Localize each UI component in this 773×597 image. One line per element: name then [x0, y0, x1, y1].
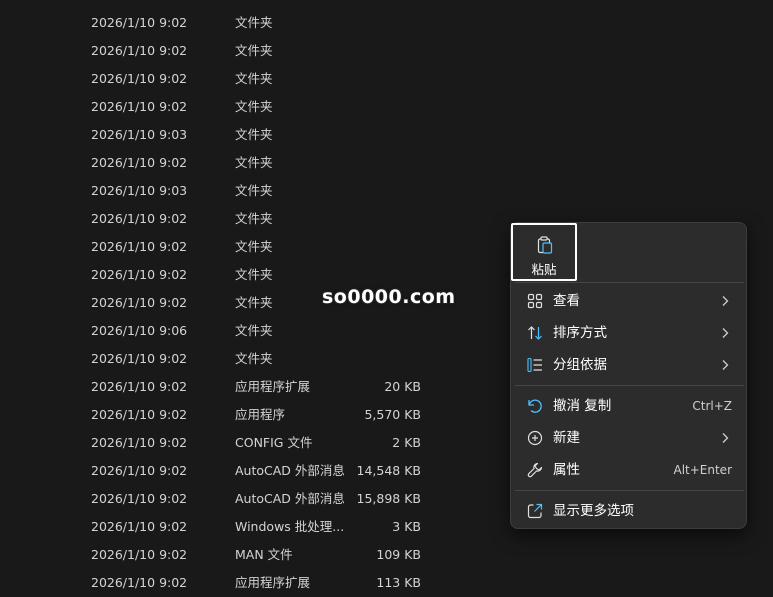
menu-item-undo-copy[interactable]: 撤消 复制 Ctrl+Z — [515, 391, 744, 421]
clipboard-icon — [537, 236, 553, 254]
modified-date-cell: 2026/1/10 9:02 — [91, 295, 188, 310]
quick-actions-bar: 粘贴 — [511, 223, 746, 281]
file-type-cell: AutoCAD 外部消息 — [235, 463, 345, 478]
file-type-cell: 文件夹 — [235, 239, 273, 254]
grid-icon — [527, 293, 543, 309]
chevron-right-icon — [722, 360, 729, 370]
modified-date-cell: 2026/1/10 9:02 — [91, 547, 188, 562]
chevron-right-icon — [722, 433, 729, 443]
modified-date-cell: 2026/1/10 9:06 — [91, 323, 188, 338]
table-row[interactable]: 2026/1/10 9:03 文件夹 — [0, 177, 773, 205]
file-type-cell: 应用程序扩展 — [235, 575, 311, 590]
file-type-cell: 文件夹 — [235, 351, 273, 366]
table-row[interactable]: 2026/1/10 9:02 文件夹 — [0, 9, 773, 37]
file-type-cell: 文件夹 — [235, 211, 273, 226]
menu-item-new[interactable]: 新建 — [515, 423, 744, 453]
file-type-cell: 文件夹 — [235, 323, 273, 338]
menu-divider — [515, 385, 744, 386]
group-list-icon — [527, 357, 542, 373]
table-row[interactable]: 2026/1/10 9:02 文件夹 — [0, 37, 773, 65]
chevron-right-icon — [722, 328, 729, 338]
menu-item-label: 排序方式 — [553, 325, 607, 341]
file-type-cell: AutoCAD 外部消息 — [235, 491, 345, 506]
file-type-cell: 文件夹 — [235, 127, 273, 142]
menu-divider — [515, 282, 744, 283]
modified-date-cell: 2026/1/10 9:03 — [91, 127, 188, 142]
file-size-cell: 5,570 KB — [364, 407, 421, 422]
file-size-cell: 113 KB — [376, 575, 421, 590]
file-size-cell: 14,548 KB — [356, 463, 421, 478]
modified-date-cell: 2026/1/10 9:02 — [91, 71, 188, 86]
menu-item-show-more-options[interactable]: 显示更多选项 — [515, 496, 744, 526]
file-type-cell: 文件夹 — [235, 99, 273, 114]
menu-item-properties[interactable]: 属性 Alt+Enter — [515, 455, 744, 485]
table-row[interactable]: 2026/1/10 9:02 文件夹 — [0, 65, 773, 93]
file-type-cell: 文件夹 — [235, 183, 273, 198]
shortcut-label: Ctrl+Z — [692, 399, 732, 413]
chevron-right-icon — [722, 296, 729, 306]
undo-icon — [528, 399, 542, 413]
menu-item-label: 撤消 复制 — [553, 398, 612, 414]
table-row[interactable]: 2026/1/10 9:02 文件夹 — [0, 149, 773, 177]
table-row[interactable]: 2026/1/10 9:02 应用程序扩展 113 KB — [0, 569, 773, 597]
modified-date-cell: 2026/1/10 9:02 — [91, 435, 188, 450]
paste-label: 粘贴 — [531, 262, 557, 277]
modified-date-cell: 2026/1/10 9:02 — [91, 43, 188, 58]
modified-date-cell: 2026/1/10 9:02 — [91, 379, 188, 394]
modified-date-cell: 2026/1/10 9:02 — [91, 239, 188, 254]
menu-item-label: 查看 — [553, 293, 580, 309]
context-menu: 粘贴 查看 排序方式 分组依据 撤消 复制 Ctrl+Z 新建 属性 Alt+E… — [510, 222, 747, 529]
shortcut-label: Alt+Enter — [673, 463, 732, 477]
menu-item-group-by[interactable]: 分组依据 — [515, 350, 744, 380]
modified-date-cell: 2026/1/10 9:02 — [91, 15, 188, 30]
file-type-cell: CONFIG 文件 — [235, 435, 313, 450]
file-size-cell: 2 KB — [392, 435, 421, 450]
modified-date-cell: 2026/1/10 9:02 — [91, 99, 188, 114]
menu-item-sort[interactable]: 排序方式 — [515, 318, 744, 348]
file-type-cell: 文件夹 — [235, 71, 273, 86]
modified-date-cell: 2026/1/10 9:02 — [91, 519, 188, 534]
plus-circle-icon — [527, 430, 543, 446]
modified-date-cell: 2026/1/10 9:02 — [91, 351, 188, 366]
modified-date-cell: 2026/1/10 9:03 — [91, 183, 188, 198]
file-type-cell: 文件夹 — [235, 43, 273, 58]
wrench-icon — [527, 462, 543, 478]
paste-button[interactable]: 粘贴 — [511, 223, 577, 281]
modified-date-cell: 2026/1/10 9:02 — [91, 575, 188, 590]
menu-item-view[interactable]: 查看 — [515, 286, 744, 316]
modified-date-cell: 2026/1/10 9:02 — [91, 155, 188, 170]
file-size-cell: 3 KB — [392, 519, 421, 534]
table-row[interactable]: 2026/1/10 9:02 MAN 文件 109 KB — [0, 541, 773, 569]
file-type-cell: 应用程序扩展 — [235, 379, 311, 394]
file-type-cell: MAN 文件 — [235, 547, 293, 562]
menu-item-label: 显示更多选项 — [553, 503, 634, 519]
modified-date-cell: 2026/1/10 9:02 — [91, 267, 188, 282]
modified-date-cell: 2026/1/10 9:02 — [91, 463, 188, 478]
menu-item-label: 属性 — [553, 462, 580, 478]
modified-date-cell: 2026/1/10 9:02 — [91, 491, 188, 506]
file-size-cell: 109 KB — [376, 547, 421, 562]
modified-date-cell: 2026/1/10 9:02 — [91, 407, 188, 422]
menu-item-label: 新建 — [553, 430, 580, 446]
table-row[interactable]: 2026/1/10 9:02 文件夹 — [0, 93, 773, 121]
menu-item-label: 分组依据 — [553, 357, 607, 373]
file-size-cell: 20 KB — [384, 379, 421, 394]
menu-divider — [515, 490, 744, 491]
file-type-cell: 文件夹 — [235, 267, 273, 282]
modified-date-cell: 2026/1/10 9:02 — [91, 211, 188, 226]
watermark: so0000.com — [322, 286, 456, 308]
external-open-icon — [527, 503, 543, 519]
file-type-cell: Windows 批处理... — [235, 519, 345, 534]
file-size-cell: 15,898 KB — [356, 491, 421, 506]
sort-icon — [528, 326, 542, 340]
file-type-cell: 应用程序 — [235, 407, 286, 422]
table-row[interactable]: 2026/1/10 9:03 文件夹 — [0, 121, 773, 149]
file-type-cell: 文件夹 — [235, 155, 273, 170]
file-type-cell: 文件夹 — [235, 15, 273, 30]
